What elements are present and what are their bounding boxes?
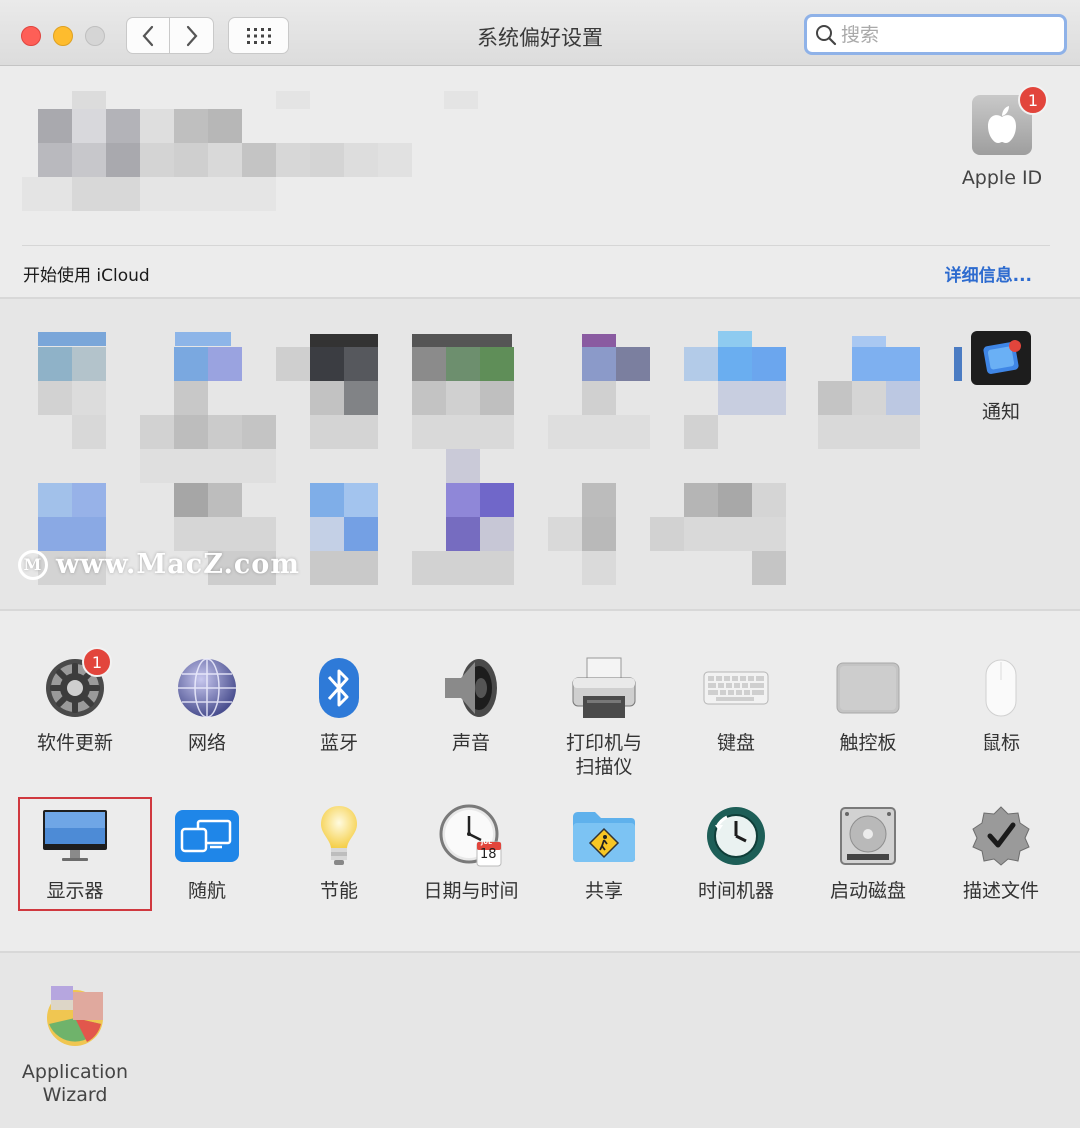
sidecar-icon bbox=[172, 801, 242, 871]
apple-id-label: Apple ID bbox=[961, 167, 1043, 189]
apple-id-pref[interactable]: 1 Apple ID bbox=[952, 85, 1052, 189]
pref-date-time[interactable]: JUL 18 日期与时间 bbox=[405, 801, 537, 903]
pref-keyboard[interactable]: 键盘 bbox=[670, 653, 802, 755]
pref-label: 描述文件 bbox=[962, 880, 1039, 902]
pref-label-line: 打印机与 bbox=[565, 732, 642, 754]
watermark: M www.MacZ.com bbox=[18, 549, 300, 580]
printer-icon bbox=[569, 653, 639, 723]
keyboard-icon bbox=[701, 653, 771, 723]
divider bbox=[22, 245, 1050, 246]
watermark-text: www.MacZ.com bbox=[56, 549, 300, 580]
pref-label-line: 扫描仪 bbox=[575, 756, 633, 778]
application-wizard-icon bbox=[40, 981, 110, 1051]
calendar-day: 18 bbox=[480, 847, 497, 862]
sharing-folder-icon bbox=[569, 801, 639, 871]
pref-software-update[interactable]: 1 软件更新 bbox=[9, 647, 141, 755]
pref-sound[interactable]: 声音 bbox=[405, 653, 537, 755]
notifications-label: 通知 bbox=[981, 401, 1020, 423]
search-icon bbox=[816, 24, 837, 45]
notifications-pref[interactable]: 通知 bbox=[960, 331, 1042, 424]
mouse-icon bbox=[966, 653, 1036, 723]
pref-label: 蓝牙 bbox=[319, 732, 358, 754]
pref-profiles[interactable]: 描述文件 bbox=[935, 801, 1067, 903]
pref-startup-disk[interactable]: 启动磁盘 bbox=[802, 801, 934, 903]
apple-logo-icon bbox=[988, 106, 1016, 143]
pref-printers-scanners[interactable]: 打印机与 扫描仪 bbox=[538, 653, 670, 779]
pref-bluetooth[interactable]: 蓝牙 bbox=[273, 653, 405, 755]
details-link[interactable]: 详细信息... bbox=[945, 261, 1032, 286]
pref-label: 时间机器 bbox=[697, 880, 774, 902]
update-badge: 1 bbox=[82, 647, 112, 677]
pref-sidecar[interactable]: 随航 bbox=[141, 801, 273, 903]
pref-energy-saver[interactable]: 节能 bbox=[273, 801, 405, 903]
pref-label: 鼠标 bbox=[981, 732, 1020, 754]
notifications-icon bbox=[971, 331, 1031, 385]
hard-disk-icon bbox=[833, 801, 903, 871]
lightbulb-icon bbox=[304, 801, 374, 871]
pref-label: 打印机与 扫描仪 bbox=[538, 731, 670, 779]
pref-sharing[interactable]: 共享 bbox=[538, 801, 670, 903]
pref-time-machine[interactable]: 时间机器 bbox=[670, 801, 802, 903]
pref-network[interactable]: 网络 bbox=[141, 653, 273, 755]
search-input[interactable] bbox=[841, 23, 1051, 46]
gear-icon: 1 bbox=[40, 647, 112, 723]
bluetooth-icon bbox=[304, 653, 374, 723]
clock-icon: JUL 18 bbox=[436, 801, 506, 871]
apple-id-tile: 1 bbox=[972, 85, 1048, 155]
pref-label-line: Application bbox=[21, 1061, 129, 1083]
search-field[interactable] bbox=[804, 14, 1067, 55]
checkmark-badge-icon bbox=[966, 801, 1036, 871]
pref-application-wizard[interactable]: Application Wizard bbox=[14, 981, 136, 1107]
pref-label: 声音 bbox=[451, 732, 490, 754]
pref-label: 随航 bbox=[187, 880, 226, 902]
pref-displays[interactable]: 显示器 bbox=[9, 801, 141, 903]
other-prefs-section: Application Wizard bbox=[0, 953, 1080, 1128]
pref-label: 键盘 bbox=[716, 732, 755, 754]
pref-label: 日期与时间 bbox=[423, 880, 519, 902]
pref-label: 触控板 bbox=[839, 732, 897, 754]
icloud-prompt: 开始使用 iCloud bbox=[23, 266, 150, 286]
pref-label: 网络 bbox=[187, 732, 226, 754]
macz-logo-icon: M bbox=[18, 549, 48, 580]
apple-id-badge: 1 bbox=[1018, 85, 1048, 115]
pref-label-line: Wizard bbox=[42, 1084, 108, 1106]
time-machine-icon bbox=[701, 801, 771, 871]
pref-label: Application Wizard bbox=[14, 1061, 136, 1107]
hardware-prefs-section: 1 软件更新 网络 蓝牙 声音 打印机与 扫描仪 键盘 触控板 鼠标 显示器 随… bbox=[0, 611, 1080, 951]
pref-label: 启动磁盘 bbox=[829, 880, 906, 902]
title-bar: 系统偏好设置 bbox=[0, 0, 1080, 66]
pref-mouse[interactable]: 鼠标 bbox=[935, 653, 1067, 755]
pref-label: 共享 bbox=[584, 880, 623, 902]
pref-label: 软件更新 bbox=[36, 732, 113, 754]
pref-trackpad[interactable]: 触控板 bbox=[802, 653, 934, 755]
calendar-month: JUL bbox=[481, 839, 492, 846]
pixelated-prefs-section: 通知 M www.MacZ.com bbox=[0, 299, 1080, 609]
display-icon bbox=[40, 801, 110, 871]
speaker-icon bbox=[436, 653, 506, 723]
pref-label: 节能 bbox=[319, 880, 358, 902]
trackpad-icon bbox=[833, 653, 903, 723]
globe-icon bbox=[172, 653, 242, 723]
account-section: 1 Apple ID 开始使用 iCloud 详细信息... bbox=[0, 67, 1080, 297]
pref-label: 显示器 bbox=[46, 880, 104, 902]
account-avatar-pixelated bbox=[22, 91, 478, 211]
